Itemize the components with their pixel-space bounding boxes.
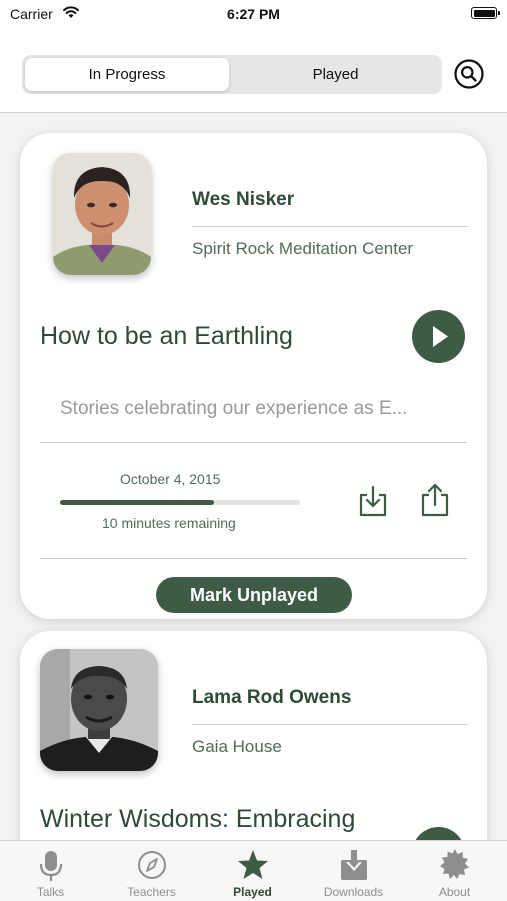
center-name: Gaia House	[192, 737, 282, 756]
talk-list[interactable]: Wes Nisker Spirit Rock Meditation Center…	[0, 113, 507, 840]
segmented-control: In Progress Played	[22, 55, 442, 94]
play-icon	[433, 326, 448, 347]
divider	[192, 226, 468, 227]
download-icon[interactable]	[358, 484, 388, 518]
tab-played[interactable]: Played	[202, 841, 303, 901]
tab-label: Played	[233, 885, 272, 899]
battery-icon	[471, 7, 500, 19]
tab-teachers[interactable]: Teachers	[101, 841, 202, 901]
tab-downloads[interactable]: Downloads	[303, 841, 404, 901]
teacher-avatar	[40, 649, 158, 771]
talk-title[interactable]: How to be an Earthling	[40, 322, 293, 351]
progress-bar-fill	[60, 500, 214, 505]
tab-talks[interactable]: Talks	[0, 841, 101, 901]
compass-icon	[138, 851, 166, 879]
tab-about[interactable]: About	[404, 841, 505, 901]
progress-bar	[60, 500, 300, 505]
tab-label: Downloads	[323, 885, 384, 899]
center-name: Spirit Rock Meditation Center	[192, 239, 414, 258]
divider	[40, 442, 467, 443]
time-remaining: 10 minutes remaining	[102, 515, 236, 531]
header: In Progress Played	[0, 28, 507, 113]
talk-date: October 4, 2015	[120, 471, 221, 487]
segment-in-progress[interactable]: In Progress	[25, 58, 229, 91]
teacher-name[interactable]: Lama Rod Owens	[192, 687, 351, 709]
tab-label: About	[438, 885, 471, 899]
share-icon[interactable]	[420, 482, 450, 518]
search-icon[interactable]	[454, 59, 484, 89]
mark-unplayed-button[interactable]: Mark Unplayed	[156, 577, 352, 613]
play-button[interactable]	[412, 310, 465, 363]
talk-card: Lama Rod Owens Gaia House Winter Wisdoms…	[20, 631, 487, 840]
download-tray-icon	[341, 850, 367, 880]
tab-label: Teachers	[127, 885, 176, 899]
divider	[192, 724, 468, 725]
star-icon	[238, 850, 268, 879]
segment-played[interactable]: Played	[232, 58, 439, 91]
tab-bar: Talks Teachers Played Downloads About	[0, 840, 507, 901]
teacher-avatar	[53, 153, 151, 275]
clock: 6:27 PM	[227, 6, 280, 22]
talk-title[interactable]: Winter Wisdoms: Embracing	[40, 805, 355, 834]
status-bar: Carrier 6:27 PM	[0, 0, 507, 28]
play-button[interactable]	[412, 827, 465, 840]
teacher-name[interactable]: Wes Nisker	[192, 189, 294, 211]
talk-description: Stories celebrating our experience as E.…	[60, 398, 408, 419]
tab-label: Talks	[36, 885, 65, 899]
talk-card: Wes Nisker Spirit Rock Meditation Center…	[20, 133, 487, 619]
microphone-icon	[39, 851, 63, 881]
sun-badge-icon	[440, 849, 469, 879]
divider	[40, 558, 467, 559]
